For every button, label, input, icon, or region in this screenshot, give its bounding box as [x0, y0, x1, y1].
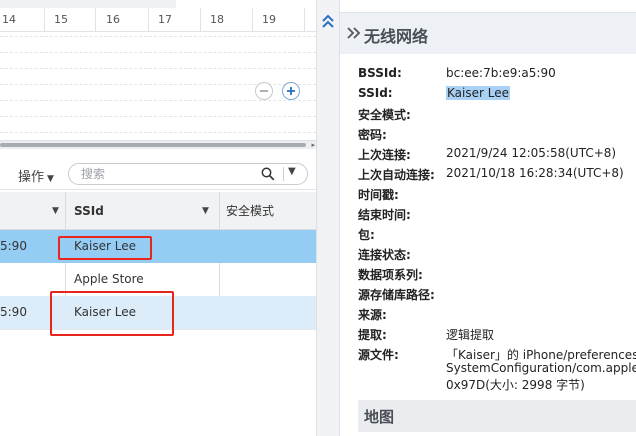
- detail-header: 无线网络: [340, 12, 636, 54]
- scrollbar-thumb[interactable]: [0, 143, 306, 147]
- field-label-source-file: 源文件:: [358, 348, 399, 362]
- search-icon[interactable]: [261, 167, 275, 181]
- field-value-source-file-line3: 0x97D(大小: 2998 字节): [446, 378, 585, 392]
- timeline-gridline: [0, 100, 316, 101]
- top-strip: [0, 0, 316, 8]
- search-box[interactable]: ▼: [68, 163, 308, 185]
- ruler-tick: [200, 8, 201, 32]
- field-label-password: 密码:: [358, 128, 387, 142]
- timeline-gridline: [0, 36, 316, 37]
- operations-label: 操作: [18, 170, 45, 185]
- column-header-ssid[interactable]: SSId ▼: [74, 192, 216, 230]
- field-label-source: 来源:: [358, 308, 387, 322]
- ruler-label: 19: [262, 13, 276, 26]
- map-section-header[interactable]: 地图: [358, 400, 636, 432]
- field-label-ssid: SSId:: [358, 86, 393, 100]
- annotation-highlight-box: [50, 291, 174, 336]
- field-value-source-file-line2[interactable]: SystemConfiguration/com.apple.: [446, 361, 636, 375]
- column-header-security-label: 安全模式: [226, 204, 275, 218]
- top-strip-segment: [0, 0, 176, 8]
- column-header-bssid[interactable]: ▼: [4, 192, 64, 230]
- plus-circle-icon: [287, 87, 295, 95]
- pane-splitter[interactable]: [316, 0, 340, 436]
- column-header-security[interactable]: 安全模式: [226, 192, 316, 230]
- collapse-up-icon[interactable]: [320, 12, 336, 32]
- search-separator: [283, 167, 284, 181]
- field-value-bssid: bc:ee:7b:e9:a5:90: [446, 66, 556, 80]
- field-label-end-time: 结束时间:: [358, 208, 411, 222]
- annotation-highlight-box: [58, 236, 152, 260]
- table-toolbar: 操作▼ ▼: [0, 160, 316, 190]
- table-header: ▼ SSId ▼ 安全模式: [0, 192, 316, 230]
- detail-title: 无线网络: [364, 27, 429, 46]
- chevron-down-icon: ▼: [47, 174, 54, 184]
- field-label-last-connected: 上次连接:: [358, 148, 411, 162]
- field-label-last-auto-connected: 上次自动连接:: [358, 168, 435, 182]
- field-label-data-series: 数据项系列:: [358, 268, 423, 282]
- field-label-bssid: BSSId:: [358, 66, 402, 80]
- field-value-last-auto-connected: 2021/10/18 16:28:34(UTC+8): [446, 166, 624, 180]
- field-value-last-connected: 2021/9/24 12:05:58(UTC+8): [446, 146, 617, 160]
- cell-bssid: 5:90: [0, 239, 27, 253]
- timeline-gridline: [0, 68, 316, 69]
- field-label-connection-status: 连接状态:: [358, 248, 411, 262]
- minus-circle-icon: [260, 90, 268, 92]
- scroll-right-icon[interactable]: ▸: [311, 141, 315, 149]
- field-label-security: 安全模式:: [358, 108, 411, 122]
- cell-bssid: 5:90: [0, 305, 27, 319]
- zoom-out-button[interactable]: [255, 82, 273, 100]
- timeline-ruler: 14 15 16 17 18 19: [0, 8, 316, 32]
- field-value-ssid: Kaiser Lee: [446, 86, 510, 100]
- table-row[interactable]: 5:90 Kaiser Lee: [0, 230, 316, 263]
- field-label-source-repo-path: 源存储库路径:: [358, 288, 435, 302]
- ruler-label: 16: [106, 13, 120, 26]
- left-pane: 14 15 16 17 18 19 ▸ 操作 ▼ 搜索 ▼ ▼ SSId ▼ 安…: [0, 0, 316, 436]
- ruler-tick: [148, 8, 149, 32]
- ruler-label: 14: [2, 13, 16, 26]
- timeline-gridline: [0, 116, 316, 117]
- detail-pane: 无线网络 BSSId: bc:ee:7b:e9:a5:90 SSId: Kais…: [340, 0, 636, 436]
- horizontal-scrollbar[interactable]: ▸: [0, 140, 316, 149]
- ruler-label: 18: [210, 13, 224, 26]
- ruler-tick: [252, 8, 253, 32]
- sort-chevron-icon[interactable]: ▼: [202, 192, 209, 230]
- timeline-gridline: [0, 132, 316, 133]
- ruler-tick: [304, 8, 305, 32]
- field-label-timestamp: 时间戳:: [358, 188, 399, 202]
- timeline-area[interactable]: [0, 32, 316, 140]
- search-options-chevron-icon[interactable]: ▼: [288, 166, 296, 177]
- timeline-gridline: [0, 52, 316, 53]
- column-header-ssid-label: SSId: [74, 204, 104, 218]
- operations-menu[interactable]: 操作 ▼: [18, 166, 54, 185]
- double-chevron-right-icon[interactable]: [345, 24, 361, 42]
- field-label-extraction: 提取:: [358, 328, 387, 342]
- ruler-tick: [44, 8, 45, 32]
- zoom-in-button[interactable]: [282, 82, 300, 100]
- sort-chevron-icon[interactable]: ▼: [52, 192, 59, 230]
- field-label-package: 包:: [358, 228, 375, 242]
- ruler-label: 15: [54, 13, 68, 26]
- ruler-tick: [95, 8, 96, 32]
- search-input[interactable]: [81, 166, 241, 182]
- map-section-title: 地图: [364, 408, 395, 426]
- field-value-extraction: 逻辑提取: [446, 328, 495, 342]
- ruler-label: 17: [158, 13, 172, 26]
